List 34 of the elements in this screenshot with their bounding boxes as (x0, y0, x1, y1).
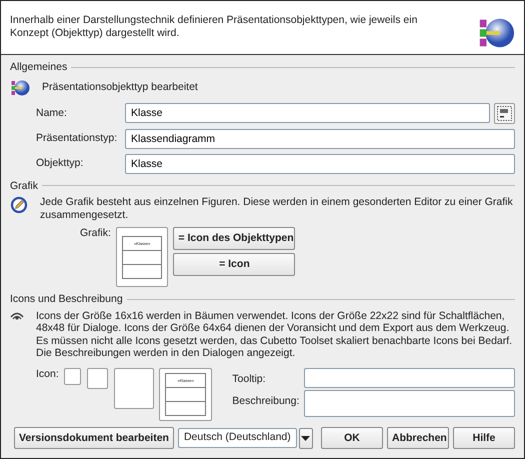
info-text: Icons der Größe 16x16 werden in Bäumen verwendet. Icons der Größe 22x22 sind für Schaltflächen, 48x48 für Dialoge. Icons der Größe 64x64 dienen der Voransicht und dem Export aus dem Werkzeug. Es müssen nicht alle Icons gesetzt werden, das Cubetto Toolset skaliert benachbarte Icons bei Bedarf. Die Beschreibungen werden in den Dialogen angezeigt. (36, 310, 514, 360)
text-field[interactable]: Klasse (125, 103, 490, 124)
field-label: Name: (36, 106, 68, 120)
field-label: Beschreibung: (232, 394, 300, 410)
icon-slot[interactable] (114, 368, 154, 409)
text-field[interactable] (304, 390, 515, 418)
text-field[interactable]: Klassendiagramm (125, 128, 515, 149)
dropdown-button[interactable] (298, 428, 313, 448)
text-field[interactable]: Klasse (125, 154, 515, 174)
icon-slot[interactable] (87, 368, 108, 389)
graphic-button[interactable]: = Icon (173, 252, 296, 276)
icon-slot[interactable] (64, 368, 82, 385)
text-field[interactable] (304, 368, 515, 388)
info-text: Jede Grafik besteht aus einzelnen Figuren. Diese werden in einem gesonderten Editor zu einer Grafik zusammengesetzt. (40, 196, 514, 222)
caret-icon (301, 436, 310, 440)
info-text: Präsentationsobjekttyp bearbeitet (42, 81, 198, 94)
globe-icon (10, 78, 30, 98)
section-title: Grafik (10, 180, 38, 192)
dialog-button[interactable]: Abbrechen (387, 427, 449, 449)
browse-button[interactable] (494, 102, 515, 124)
field-label: Präsentationstyp: (36, 132, 118, 145)
header-text: Innerhalb einer Darstellungstechnik definieren Präsentationsobjekttypen, wie jeweils ein Konzept (Objekttyp) dargestellt wird. (10, 14, 418, 41)
dialog-button[interactable]: Hilfe (453, 427, 515, 449)
edit-icon (10, 196, 28, 214)
section-title: Allgemeines (10, 61, 68, 74)
section-title: Icons und Beschreibung (10, 293, 123, 306)
field-label: Grafik: (80, 227, 111, 242)
graphic-button[interactable]: = Icon des Objekttypen (173, 227, 296, 250)
field-label: Icon: (36, 368, 59, 382)
version-button[interactable]: Versionsdokument bearbeiten (14, 427, 174, 449)
dialog-button[interactable]: OK (321, 427, 383, 449)
field-label: Objekttyp: (36, 157, 84, 170)
field-label: Tooltip: (232, 372, 267, 387)
language-dropdown[interactable]: Deutsch (Deutschland) (178, 428, 297, 448)
